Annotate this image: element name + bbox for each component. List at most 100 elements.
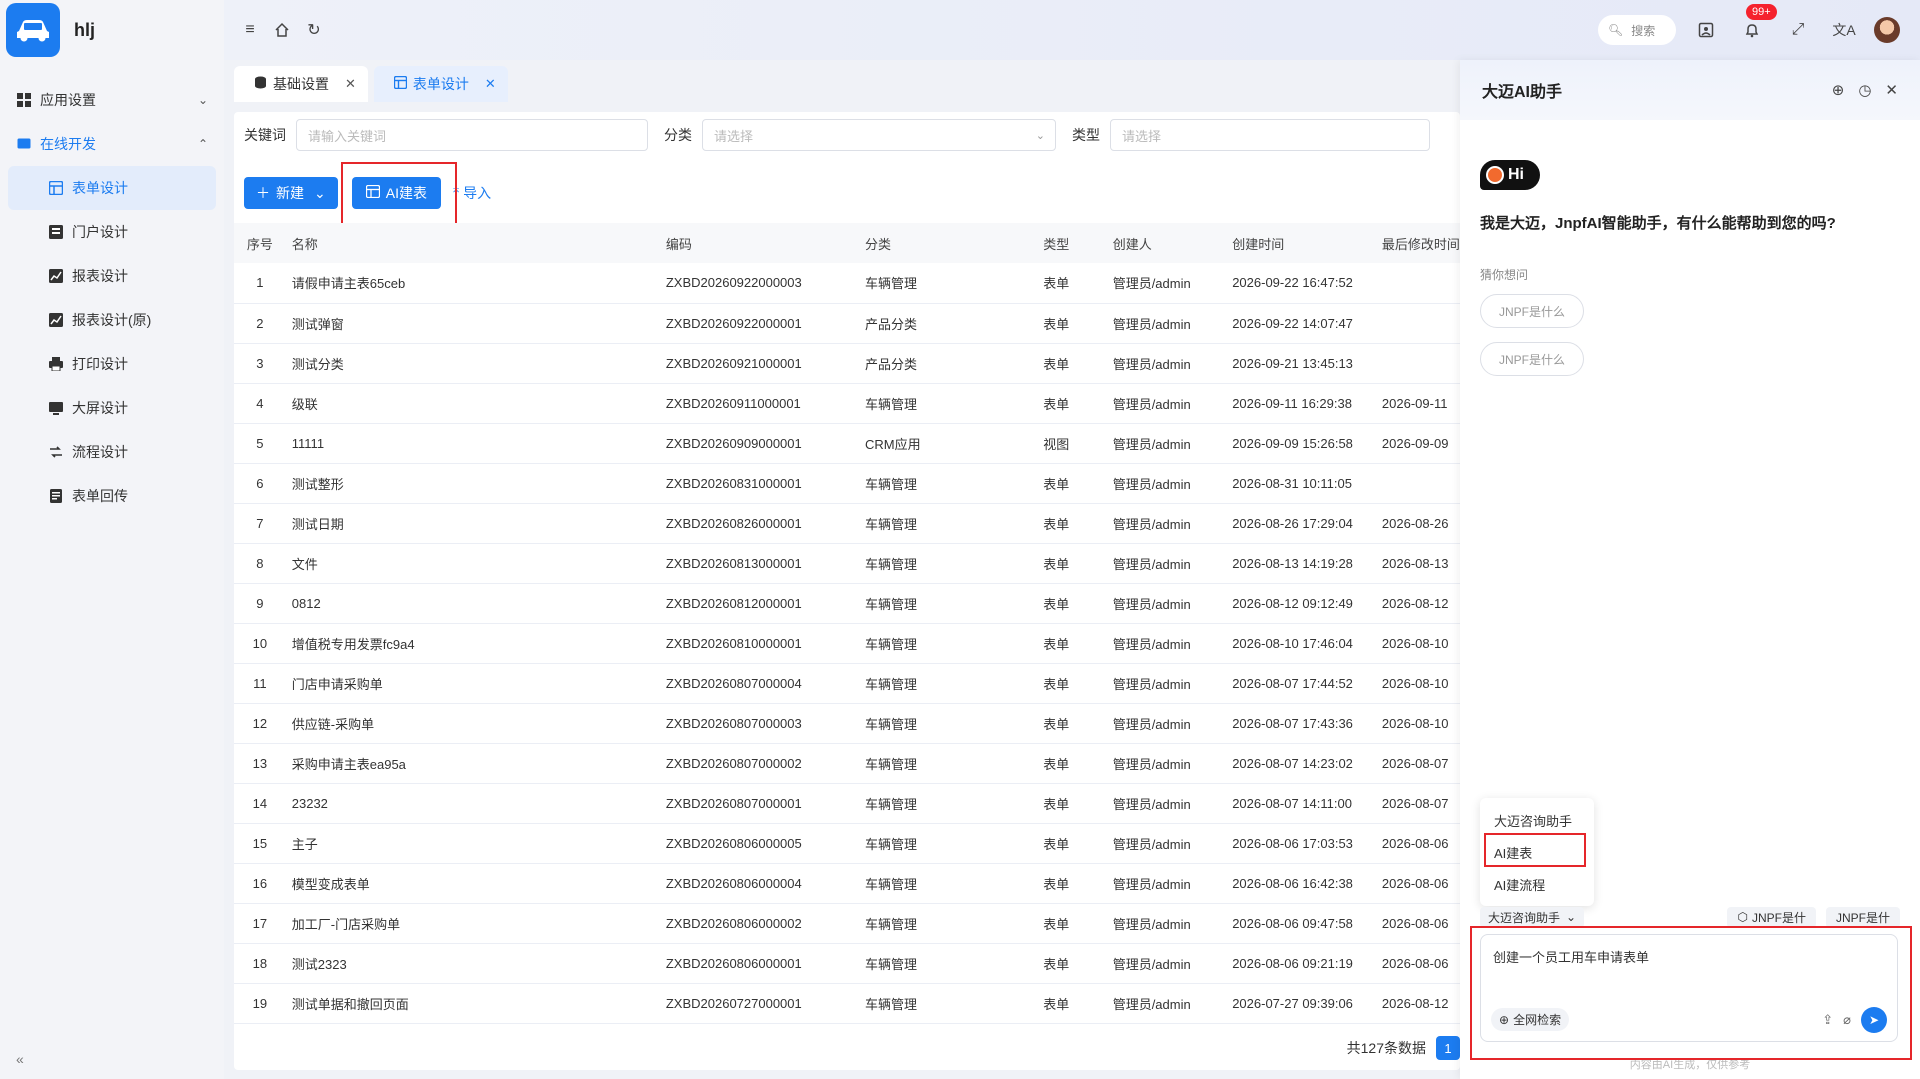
table-cell: 采购申请主表ea95a: [279, 743, 654, 784]
new-button[interactable]: ＋ 新建 ⌄: [244, 177, 338, 209]
table-row[interactable]: 6 测试整形 ZXBD20260831000001 车辆管理 表单 管理员/admin 20…: [234, 463, 1460, 504]
pagination: 共127条数据 1: [1347, 1036, 1460, 1060]
table-row[interactable]: 15 主子 ZXBD20260806000005 车辆管理 表单 管理员/admin 202…: [234, 823, 1460, 864]
close-icon[interactable]: ✕: [1885, 81, 1898, 99]
table-cell: 14: [234, 783, 280, 824]
table-row[interactable]: 17 加工厂-门店采购单 ZXBD20260806000002 车辆管理 表单 管理员/a…: [234, 903, 1460, 944]
table-cell: 2026-08-26 17:29:04: [1220, 503, 1370, 544]
table-cell: 3: [234, 343, 280, 384]
table-cell: 17: [234, 903, 280, 944]
table-row[interactable]: 11 门店申请采购单 ZXBD20260807000004 车辆管理 表单 管理员/adm…: [234, 663, 1460, 704]
table-cell: 文件: [279, 543, 654, 584]
table-row[interactable]: 10 增值税专用发票fc9a4 ZXBD20260810000001 车辆管理 表单 管理…: [234, 623, 1460, 664]
suggestion-chip[interactable]: JNPF是什么: [1480, 294, 1584, 328]
tab-basic-settings[interactable]: 基础设置 ✕: [234, 66, 368, 102]
table-cell: 产品分类: [853, 303, 1032, 344]
keyword-label: 关键词: [244, 127, 286, 143]
table-row[interactable]: 3 测试分类 ZXBD20260921000001 产品分类 表单 管理员/admin 20…: [234, 343, 1460, 384]
sidebar-item-portal-design[interactable]: 门户设计: [8, 210, 216, 254]
table-row[interactable]: 16 模型变成表单 ZXBD20260806000004 车辆管理 表单 管理员/admi…: [234, 863, 1460, 904]
search-icon: 🔍︎: [1608, 23, 1624, 37]
tab-form-design[interactable]: 表单设计 ✕: [373, 66, 508, 102]
table-row[interactable]: 8 文件 ZXBD20260813000001 车辆管理 表单 管理员/admin 2026…: [234, 543, 1460, 584]
bell-icon[interactable]: 99+: [1736, 4, 1777, 46]
table-cell: 2026-08-10: [1369, 663, 1460, 704]
table-row[interactable]: 7 测试日期 ZXBD20260826000001 车辆管理 表单 管理员/admin 20…: [234, 503, 1460, 544]
mode-option-consult[interactable]: 大迈咨询助手: [1480, 804, 1594, 836]
sidebar-item-form-callback[interactable]: 表单回传: [8, 474, 216, 518]
table-cell: 19: [234, 983, 280, 1024]
table-cell: 2026-08-10 17:46:04: [1220, 623, 1370, 664]
table-row[interactable]: 13 采购申请主表ea95a ZXBD20260807000002 车辆管理 表单 管理员…: [234, 743, 1460, 784]
table-cell: 车辆管理: [853, 583, 1032, 624]
close-icon[interactable]: ✕: [485, 76, 496, 92]
table-cell: 管理员/admin: [1100, 303, 1221, 344]
fullscreen-icon[interactable]: ⤢: [1782, 14, 1814, 46]
mascot-icon: [1486, 166, 1504, 184]
contacts-icon[interactable]: [1690, 14, 1722, 46]
table-cell: 6: [234, 463, 280, 504]
home-icon[interactable]: [266, 14, 298, 46]
sidebar-item-screen-design[interactable]: 大屏设计: [8, 386, 216, 430]
table-cell: 2: [234, 303, 280, 344]
table-row[interactable]: 5 11111 ZXBD20260909000001 CRM应用 视图 管理员/admin…: [234, 423, 1460, 464]
sidebar-item-report-design-legacy[interactable]: 报表设计(原): [8, 298, 216, 342]
grid-icon: [16, 92, 32, 108]
table-row[interactable]: 9 0812 ZXBD20260812000001 车辆管理 表单 管理员/admin 20…: [234, 583, 1460, 624]
table-cell: 2026-09-22 14:07:47: [1220, 303, 1370, 344]
column-header: 分类: [853, 223, 1032, 263]
table-cell: 请假申请主表65ceb: [279, 263, 654, 304]
table-row[interactable]: 2 测试弹窗 ZXBD20260922000001 产品分类 表单 管理员/admin 20…: [234, 303, 1460, 344]
ai-panel-title: 大迈AI助手: [1482, 84, 1563, 101]
chevron-down-icon: ⌄: [1035, 129, 1045, 142]
table-row[interactable]: 18 测试2323 ZXBD20260806000001 车辆管理 表单 管理员/admi…: [234, 943, 1460, 984]
menu-group-online-dev[interactable]: 在线开发 ⌃: [0, 122, 224, 166]
table-row[interactable]: 1 请假申请主表65ceb ZXBD20260922000003 车辆管理 表单 管理员/…: [234, 263, 1460, 304]
keyword-input[interactable]: 请输入关键词: [296, 119, 648, 151]
type-select[interactable]: 请选择: [1110, 119, 1430, 151]
refresh-icon[interactable]: ↻: [298, 14, 330, 46]
quick-chip[interactable]: ⬡ JNPF是什: [1727, 906, 1816, 928]
table-cell: 测试整形: [279, 463, 654, 504]
quick-chip[interactable]: JNPF是什: [1825, 906, 1900, 928]
mode-select[interactable]: 大迈咨询助手 ⌄: [1480, 906, 1585, 928]
close-icon[interactable]: ✕: [345, 76, 356, 92]
collapse-sidebar-icon[interactable]: «: [16, 1051, 24, 1067]
table-cell: 测试单据和撤回页面: [279, 983, 654, 1024]
menu-toggle-icon[interactable]: ≡: [234, 14, 266, 46]
sidebar-item-flow-design[interactable]: 流程设计: [8, 430, 216, 474]
table-cell: 管理员/admin: [1100, 743, 1221, 784]
table-cell: 车辆管理: [853, 903, 1032, 944]
history-icon[interactable]: ◷: [1858, 81, 1871, 99]
search-button[interactable]: 🔍︎ 搜索: [1598, 15, 1676, 45]
chart-icon: [48, 268, 64, 284]
table-row[interactable]: 19 测试单据和撤回页面 ZXBD20260727000001 车辆管理 表单 管理员/a…: [234, 983, 1460, 1024]
table-row[interactable]: 4 级联 ZXBD20260911000001 车辆管理 表单 管理员/admin 2026…: [234, 383, 1460, 424]
table-cell: 管理员/admin: [1100, 983, 1221, 1024]
category-select[interactable]: 请选择 ⌄: [702, 119, 1056, 151]
table-cell: 2026-08-07: [1369, 743, 1460, 784]
table-row[interactable]: 12 供应链-采购单 ZXBD20260807000003 车辆管理 表单 管理员/adm…: [234, 703, 1460, 744]
page-number[interactable]: 1: [1436, 1036, 1460, 1060]
table-cell: 2026-08-06: [1369, 903, 1460, 944]
menu-group-app-settings[interactable]: 应用设置 ⌄: [0, 78, 224, 122]
table-cell: 2026-08-06: [1369, 943, 1460, 984]
notification-badge: 99+: [1746, 4, 1777, 20]
sidebar-item-print-design[interactable]: 打印设计: [8, 342, 216, 386]
table-cell: 车辆管理: [853, 703, 1032, 744]
avatar[interactable]: [1874, 17, 1900, 43]
new-chat-icon[interactable]: ⊕: [1832, 81, 1845, 99]
sidebar-item-report-design[interactable]: 报表设计: [8, 254, 216, 298]
translate-icon[interactable]: 文A: [1828, 14, 1860, 46]
table-cell: 23232: [279, 783, 654, 824]
column-header: 编码: [653, 223, 854, 263]
sidebar-item-form-design[interactable]: 表单设计: [8, 166, 216, 210]
table-cell: ZXBD20260727000001: [653, 983, 854, 1024]
suggestion-chip[interactable]: JNPF是什么: [1480, 342, 1584, 376]
sidebar: hlj 应用设置 ⌄ 在线开发 ⌃ 表单设计 门户设计 报表设计 报表设计(原)…: [0, 0, 224, 1079]
mode-option-ai-flow[interactable]: AI建流程: [1480, 868, 1594, 900]
table-cell: 管理员/admin: [1100, 463, 1221, 504]
table-row[interactable]: 14 23232 ZXBD20260807000001 车辆管理 表单 管理员/admin…: [234, 783, 1460, 824]
current-mode: 大迈咨询助手: [1488, 910, 1561, 925]
import-button[interactable]: ⤒ 导入: [453, 183, 491, 203]
